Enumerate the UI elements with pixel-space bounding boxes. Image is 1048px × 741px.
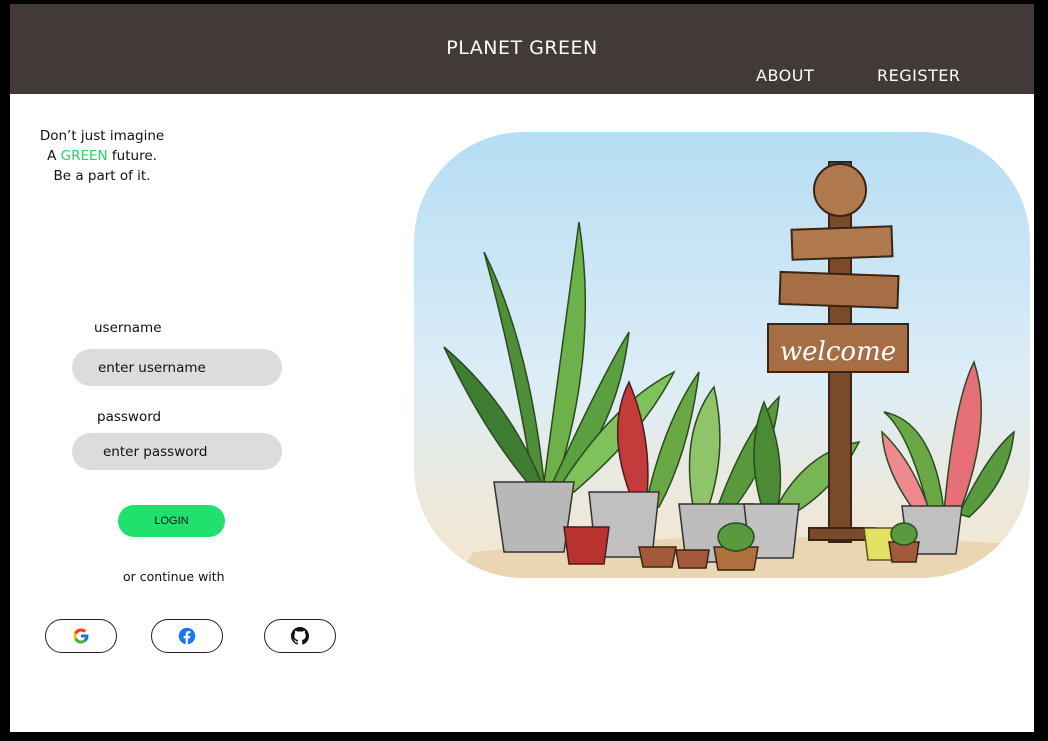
app-frame: PLANET GREEN ABOUT REGISTER Don’t just i… bbox=[10, 4, 1034, 732]
username-label: username bbox=[94, 320, 162, 336]
tagline-suffix: future. bbox=[111, 148, 157, 164]
tagline: Don’t just imagine A GREEN future. Be a … bbox=[28, 126, 176, 186]
tagline-line-3: Be a part of it. bbox=[53, 168, 151, 184]
nav-about-link[interactable]: ABOUT bbox=[756, 66, 814, 85]
plants-illustration: welcome bbox=[414, 132, 1030, 578]
plants-welcome-sign-image: welcome bbox=[414, 132, 1030, 578]
facebook-icon bbox=[178, 627, 196, 645]
facebook-login-button[interactable] bbox=[151, 619, 223, 653]
tagline-line-2: A GREEN future. bbox=[28, 146, 176, 166]
brand-title: PLANET GREEN bbox=[446, 37, 598, 59]
top-navbar: PLANET GREEN ABOUT REGISTER bbox=[10, 4, 1034, 94]
nav-register-link[interactable]: REGISTER bbox=[877, 66, 961, 85]
password-label: password bbox=[97, 409, 162, 425]
google-icon bbox=[73, 628, 89, 644]
github-icon bbox=[291, 627, 309, 645]
login-button[interactable]: LOGIN bbox=[118, 505, 225, 537]
welcome-sign-text: welcome bbox=[780, 337, 896, 367]
tagline-line-1: Don’t just imagine bbox=[39, 128, 165, 144]
google-login-button[interactable] bbox=[45, 619, 117, 653]
github-login-button[interactable] bbox=[264, 619, 336, 653]
continue-with-text: or continue with bbox=[123, 569, 225, 584]
tagline-prefix: A bbox=[47, 148, 57, 164]
username-input[interactable] bbox=[72, 349, 282, 386]
password-input[interactable] bbox=[72, 433, 282, 470]
tagline-highlight: GREEN bbox=[60, 148, 108, 164]
